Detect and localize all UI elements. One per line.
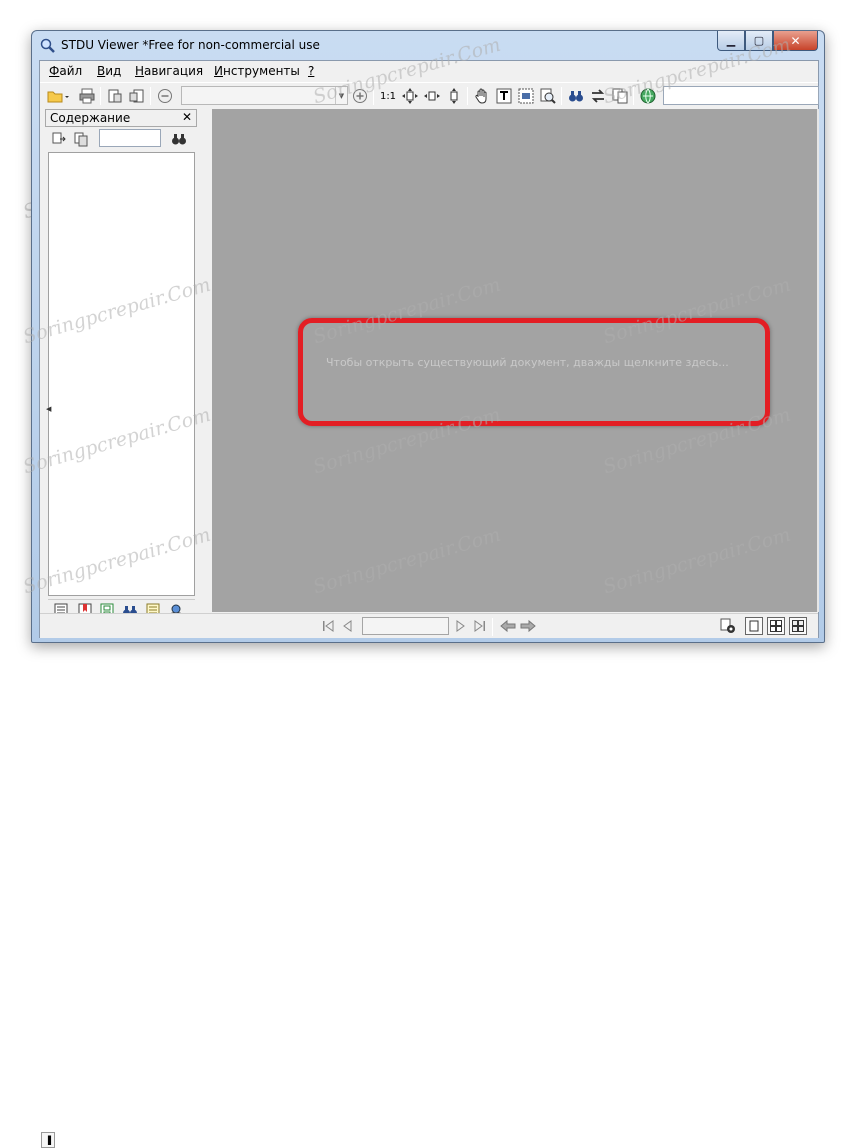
zoom-in-icon[interactable] [351, 87, 369, 105]
app-window: STDU Viewer *Free for non-commercial use… [31, 30, 825, 1148]
expand-all-icon[interactable] [50, 130, 68, 148]
single-page-view-icon[interactable] [745, 617, 763, 635]
actual-size-icon[interactable]: 1:1 [379, 87, 397, 105]
previous-page-icon[interactable] [340, 618, 356, 634]
hand-tool-icon[interactable] [473, 87, 491, 105]
fit-width-icon[interactable] [423, 87, 441, 105]
title-bar[interactable]: STDU Viewer *Free for non-commercial use… [32, 31, 824, 59]
export-text-icon[interactable] [106, 87, 124, 105]
open-folder-icon[interactable] [46, 87, 70, 105]
menu-navigation[interactable]: Навигация [135, 64, 203, 78]
panel-toolbar [45, 127, 197, 151]
collapse-panel-arrow-icon[interactable]: ◀ [46, 405, 51, 413]
right-edge [817, 109, 819, 612]
toolbar-separator [633, 87, 634, 105]
zoom-out-icon[interactable] [156, 87, 174, 105]
back-arrow-icon[interactable] [500, 618, 516, 634]
two-page-view-icon[interactable] [767, 617, 785, 635]
select-text-icon[interactable] [495, 87, 513, 105]
find-icon[interactable] [170, 130, 188, 148]
minimize-button[interactable]: ▁ [717, 31, 745, 51]
menu-tools[interactable]: Инструменты [214, 64, 300, 78]
print-icon[interactable] [78, 87, 96, 105]
export-image-icon[interactable] [128, 87, 146, 105]
client-area: Файл Вид Навигация Инструменты ? ▼ 1:1 С… [39, 60, 819, 1148]
menu-help[interactable]: ? [308, 64, 314, 78]
collapse-all-icon[interactable] [72, 130, 90, 148]
contents-tree[interactable] [48, 152, 195, 596]
copy-icon[interactable] [611, 87, 629, 105]
swap-icon[interactable] [589, 87, 607, 105]
last-page-icon[interactable] [472, 618, 488, 634]
settings-gear-icon[interactable] [720, 618, 736, 634]
toolbar-separator [373, 87, 374, 105]
open-document-hint[interactable]: Чтобы открыть существующий документ, два… [326, 356, 729, 369]
toolbar-separator [150, 87, 151, 105]
page-number-input[interactable] [362, 617, 449, 635]
select-image-icon[interactable] [517, 87, 535, 105]
annotation-highlight [298, 318, 770, 426]
next-page-icon[interactable] [452, 618, 468, 634]
toolbar: ▼ 1:1 [40, 82, 819, 108]
chevron-down-icon[interactable]: ▼ [335, 87, 347, 104]
contents-panel: Содержание ✕ ◀ [45, 109, 197, 639]
search-input[interactable] [663, 86, 819, 105]
menu-view[interactable]: Вид [97, 64, 121, 78]
panel-search-input[interactable] [99, 129, 161, 147]
first-page-icon[interactable] [320, 618, 336, 634]
panel-header: Содержание ✕ [45, 109, 197, 127]
window-title: STDU Viewer *Free for non-commercial use [61, 38, 320, 52]
maximize-button[interactable]: ▢ [745, 31, 773, 51]
panel-title: Содержание [50, 111, 131, 125]
close-button[interactable]: ✕ [773, 31, 818, 51]
toolbar-separator [100, 87, 101, 105]
fit-page-icon[interactable] [401, 87, 419, 105]
app-icon [40, 38, 56, 54]
menu-file[interactable]: Файл [49, 64, 82, 78]
find-icon[interactable] [567, 87, 585, 105]
panel-close-icon[interactable]: ✕ [182, 110, 192, 124]
toolbar-separator [492, 618, 493, 636]
zoom-combobox[interactable]: ▼ [181, 86, 348, 105]
forward-arrow-icon[interactable] [520, 618, 536, 634]
status-bar: ▐ [40, 613, 818, 1148]
toggle-panel-button[interactable]: ▐ [41, 1132, 55, 1148]
toolbar-separator [561, 87, 562, 105]
magnify-icon[interactable] [539, 87, 557, 105]
web-icon[interactable] [639, 87, 657, 105]
fit-height-icon[interactable] [445, 87, 463, 105]
grid-view-icon[interactable] [789, 617, 807, 635]
menu-bar: Файл Вид Навигация Инструменты ? [40, 61, 818, 81]
document-area[interactable]: Чтобы открыть существующий документ, два… [212, 109, 817, 612]
toolbar-separator [467, 87, 468, 105]
